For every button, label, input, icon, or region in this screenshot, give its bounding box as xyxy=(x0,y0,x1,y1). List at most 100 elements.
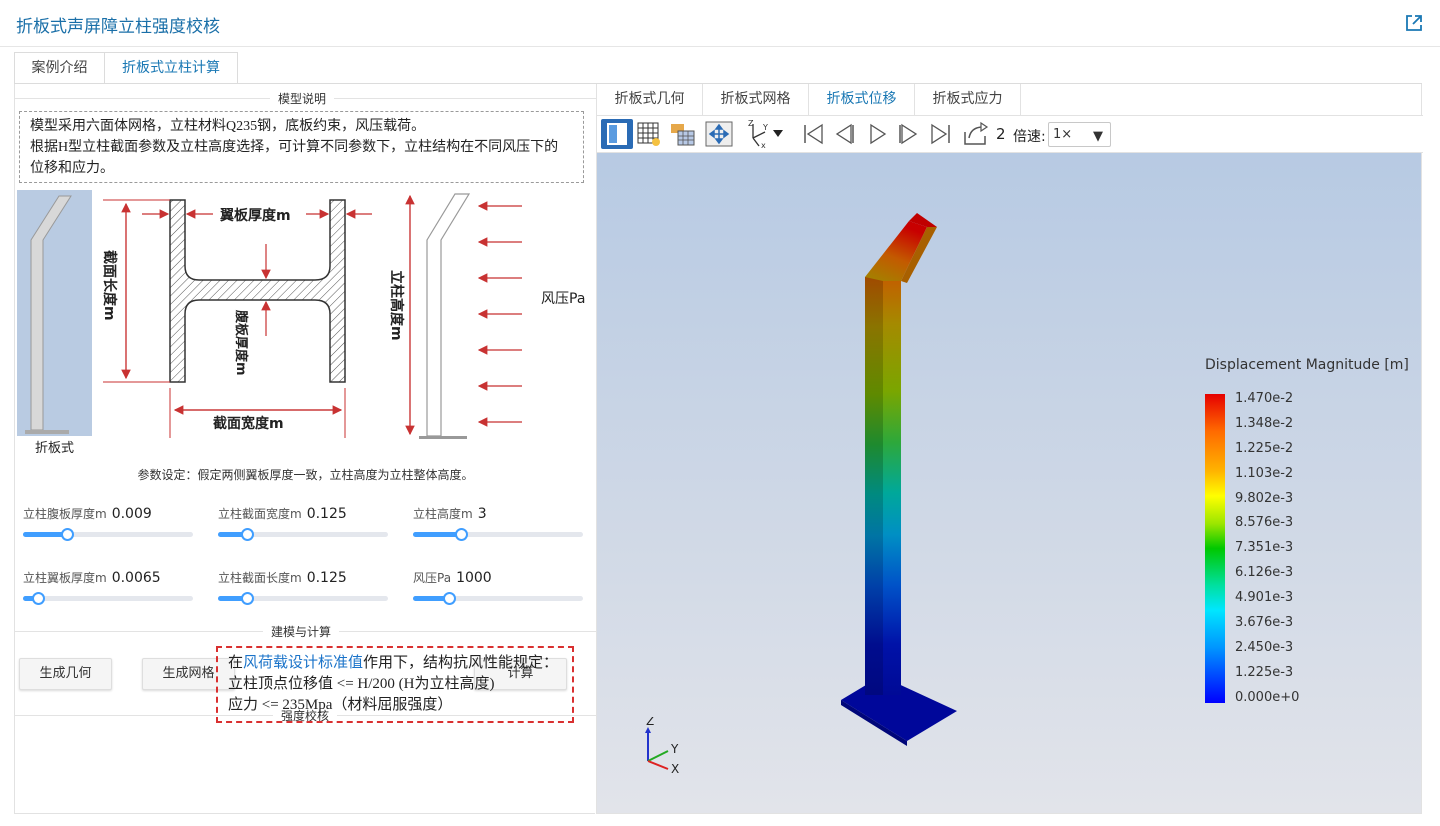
criteria-stress: 应力 <= 235Mpa（材料屈服强度） xyxy=(228,697,453,713)
slider-wind-pressure: 风压Pa 1000 xyxy=(413,569,583,609)
viewer-toolbar: ZYx 2 倍速: 1× ▼ xyxy=(597,116,1423,153)
frame-number: 2 xyxy=(996,125,1006,143)
legend-value: 1.103e-2 xyxy=(1235,465,1294,481)
axis-orientation-icon[interactable]: ZYx xyxy=(741,118,787,150)
slider-track[interactable] xyxy=(23,592,193,605)
slider-label: 立柱截面长度m xyxy=(218,571,302,585)
open-external-icon[interactable] xyxy=(1404,13,1424,33)
tab-case-intro[interactable]: 案例介绍 xyxy=(14,52,105,84)
tab-column-calc[interactable]: 折板式立柱计算 xyxy=(104,52,238,84)
tab-displacement[interactable]: 折板式位移 xyxy=(809,84,915,116)
tab-mesh[interactable]: 折板式网格 xyxy=(703,84,809,116)
slider-value: 0.125 xyxy=(306,570,347,586)
h-section xyxy=(169,199,346,383)
speed-select[interactable]: 1× ▼ xyxy=(1048,122,1111,147)
wireframe-icon[interactable] xyxy=(635,118,665,150)
legend-value: 9.802e-3 xyxy=(1235,490,1294,506)
model-desc-line-2: 根据H型立柱截面参数及立柱高度选择，可计算不同参数下，立柱结构在不同风压下的 xyxy=(30,140,559,155)
slider-value: 1000 xyxy=(456,570,492,586)
app-title: 折板式声屏障立柱强度校核 xyxy=(16,17,220,37)
fit-view-icon[interactable] xyxy=(704,118,734,150)
slider-track[interactable] xyxy=(218,528,388,541)
svg-text:Z: Z xyxy=(748,119,754,128)
speed-label: 倍速: xyxy=(1013,129,1046,145)
slider-value: 3 xyxy=(477,506,487,522)
slider-section-width: 立柱截面宽度m 0.125 xyxy=(218,505,388,545)
legend-value: 1.470e-2 xyxy=(1235,391,1294,406)
slider-label: 立柱高度m xyxy=(413,507,473,521)
chevron-down-icon: ▼ xyxy=(1093,129,1103,144)
criteria-suffix: 作用下，结构抗风性能规定： xyxy=(363,655,559,671)
slider-handle[interactable] xyxy=(442,592,456,605)
web-thickness-label: 腹板厚度m xyxy=(233,310,249,376)
legend-value: 0.000e+0 xyxy=(1235,689,1300,705)
tab-geometry[interactable]: 折板式几何 xyxy=(597,84,703,116)
section-width-label: 截面宽度m xyxy=(213,415,284,432)
thumbnail-bg xyxy=(17,190,92,436)
legend-value: 8.576e-3 xyxy=(1235,515,1294,531)
compute-section-title: 建模与计算 xyxy=(263,623,340,640)
slider-flange-thickness: 立柱翼板厚度m 0.0065 xyxy=(23,569,193,609)
3d-viewport[interactable]: Z Y X Displacement Magnitude [m] 1.470e-… xyxy=(597,153,1421,813)
legend-value: 3.676e-3 xyxy=(1235,615,1294,631)
slider-value: 0.125 xyxy=(306,506,347,522)
slider-value: 0.009 xyxy=(111,506,152,522)
slider-web-thickness: 立柱腹板厚度m 0.009 xyxy=(23,505,193,545)
color-legend-bar xyxy=(1205,394,1225,703)
top-bar: 折板式声屏障立柱强度校核 xyxy=(0,0,1440,47)
criteria-prefix: 在 xyxy=(228,655,244,671)
mesh-display-icon[interactable] xyxy=(668,118,698,150)
last-frame-icon[interactable] xyxy=(928,118,954,150)
section-diagram: 翼板厚度m 截面长度m 腹板厚度m 截面宽度m 立柱高度m 风压Pa 折板式 xyxy=(15,188,596,460)
legend-value: 1.225e-3 xyxy=(1235,664,1294,680)
tab-stress[interactable]: 折板式应力 xyxy=(915,84,1021,116)
slider-handle[interactable] xyxy=(240,592,254,605)
thumbnail-caption: 折板式 xyxy=(35,441,74,456)
params-note: 参数设定：假定两侧翼板厚度一致，立柱高度为立柱整体高度。 xyxy=(15,466,596,483)
axis-x-label: X xyxy=(671,762,679,776)
generate-geometry-button[interactable]: 生成几何 xyxy=(19,658,112,690)
prev-frame-icon[interactable] xyxy=(831,118,857,150)
view-tabs: 折板式几何 折板式网格 折板式位移 折板式应力 xyxy=(597,84,1423,116)
legend-title: Displacement Magnitude [m] xyxy=(1205,357,1409,373)
flange-thickness-label: 翼板厚度m xyxy=(219,207,291,224)
diagram-svg: 翼板厚度m 截面长度m 腹板厚度m 截面宽度m 立柱高度m 风压Pa 折板式 xyxy=(17,190,585,456)
slider-section-length: 立柱截面长度m 0.125 xyxy=(218,569,388,609)
surface-view-icon[interactable] xyxy=(600,118,634,150)
params-note-text: 参数设定：假定两侧翼板厚度一致，立柱高度为立柱整体高度。 xyxy=(131,468,480,482)
first-frame-icon[interactable] xyxy=(800,118,826,150)
slider-handle[interactable] xyxy=(454,528,468,541)
next-frame-icon[interactable] xyxy=(896,118,922,150)
axis-y-label: Y xyxy=(670,742,679,756)
svg-text:x: x xyxy=(761,141,766,150)
slider-track[interactable] xyxy=(413,592,583,605)
legend-value: 1.348e-2 xyxy=(1235,415,1294,431)
axis-z-label: Z xyxy=(646,717,654,728)
model-desc-line-1: 模型采用六面体网格，立柱材料Q235钢，底板约束，风压载荷。 xyxy=(30,119,426,134)
model-desc-line-3: 位移和应力。 xyxy=(30,161,114,176)
slider-label: 风压Pa xyxy=(413,571,452,585)
wind-load-standard-link[interactable]: 风荷载设计标准值 xyxy=(243,655,363,671)
loop-icon[interactable] xyxy=(961,118,991,150)
section-length-label: 截面长度m xyxy=(101,250,118,321)
legend-value: 7.351e-3 xyxy=(1235,540,1294,556)
slider-track[interactable] xyxy=(413,528,583,541)
slider-handle[interactable] xyxy=(32,592,46,605)
slider-track[interactable] xyxy=(23,528,193,541)
speed-value: 1× xyxy=(1053,127,1073,142)
play-icon[interactable] xyxy=(865,118,891,150)
legend-value: 6.126e-3 xyxy=(1235,565,1294,581)
slider-track[interactable] xyxy=(218,592,388,605)
slider-handle[interactable] xyxy=(61,528,75,541)
slider-label: 立柱翼板厚度m xyxy=(23,571,107,585)
slider-column-height: 立柱高度m 3 xyxy=(413,505,583,545)
legend-value: 4.901e-3 xyxy=(1235,590,1294,606)
axis-triad: Z Y X xyxy=(645,717,679,776)
slider-label: 立柱截面宽度m xyxy=(218,507,302,521)
slider-fill xyxy=(413,532,461,537)
model-description: 模型采用六面体网格，立柱材料Q235钢，底板约束，风压载荷。 根据H型立柱截面参… xyxy=(19,111,584,183)
legend-value: 1.225e-2 xyxy=(1235,440,1294,456)
slider-handle[interactable] xyxy=(240,528,254,541)
legend-value: 2.450e-3 xyxy=(1235,639,1294,655)
strength-criteria-box: 在风荷载设计标准值作用下，结构抗风性能规定： 立柱顶点位移值 <= H/200 … xyxy=(216,646,574,723)
